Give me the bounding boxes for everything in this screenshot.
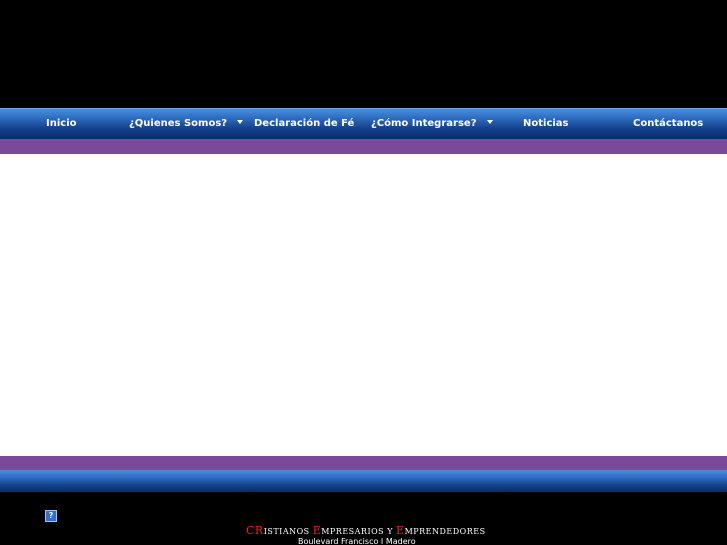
nav-item-label: Contáctanos xyxy=(633,118,704,129)
bottom-nav-bar xyxy=(0,470,727,492)
header-area xyxy=(0,0,727,108)
nav-item-noticias[interactable]: Noticias xyxy=(523,109,569,139)
purple-divider-bottom xyxy=(0,456,727,470)
org-name-initial: CR xyxy=(246,524,264,537)
org-name-initial: E xyxy=(312,524,322,537)
nav-item-declaracion-de-fe[interactable]: Declaración de Fé xyxy=(254,109,354,139)
main-content xyxy=(0,154,727,456)
nav-item-como-integrarse[interactable]: ¿Cómo Integrarse? xyxy=(371,109,493,139)
purple-divider-top xyxy=(0,139,727,154)
dropdown-arrow-icon xyxy=(237,120,244,124)
main-nav: Inicio ¿Quienes Somos? Declaración de Fé… xyxy=(0,108,727,139)
org-name-part: istianos xyxy=(263,527,313,536)
org-name-part: mprendedores xyxy=(404,527,486,536)
nav-item-label: ¿Cómo Integrarse? xyxy=(371,118,477,129)
nav-item-label: Inicio xyxy=(46,118,77,129)
org-name-initial: E xyxy=(396,524,405,537)
org-name: CRistianos Empresarios y Emprendedores xyxy=(246,524,506,537)
page: Inicio ¿Quienes Somos? Declaración de Fé… xyxy=(0,0,727,545)
nav-item-label: Noticias xyxy=(523,118,569,129)
nav-item-contactanos[interactable]: Contáctanos xyxy=(633,109,703,139)
nav-item-label: Declaración de Fé xyxy=(254,118,355,129)
dropdown-arrow-icon xyxy=(486,120,493,124)
footer-address: Boulevard Francisco I Madero xyxy=(298,537,416,545)
help-icon[interactable]: ? xyxy=(45,510,57,522)
nav-item-inicio[interactable]: Inicio xyxy=(46,109,77,139)
nav-item-quienes-somos[interactable]: ¿Quienes Somos? xyxy=(129,109,244,139)
org-name-part: mpresarios y xyxy=(321,527,397,536)
nav-item-label: ¿Quienes Somos? xyxy=(129,118,228,129)
